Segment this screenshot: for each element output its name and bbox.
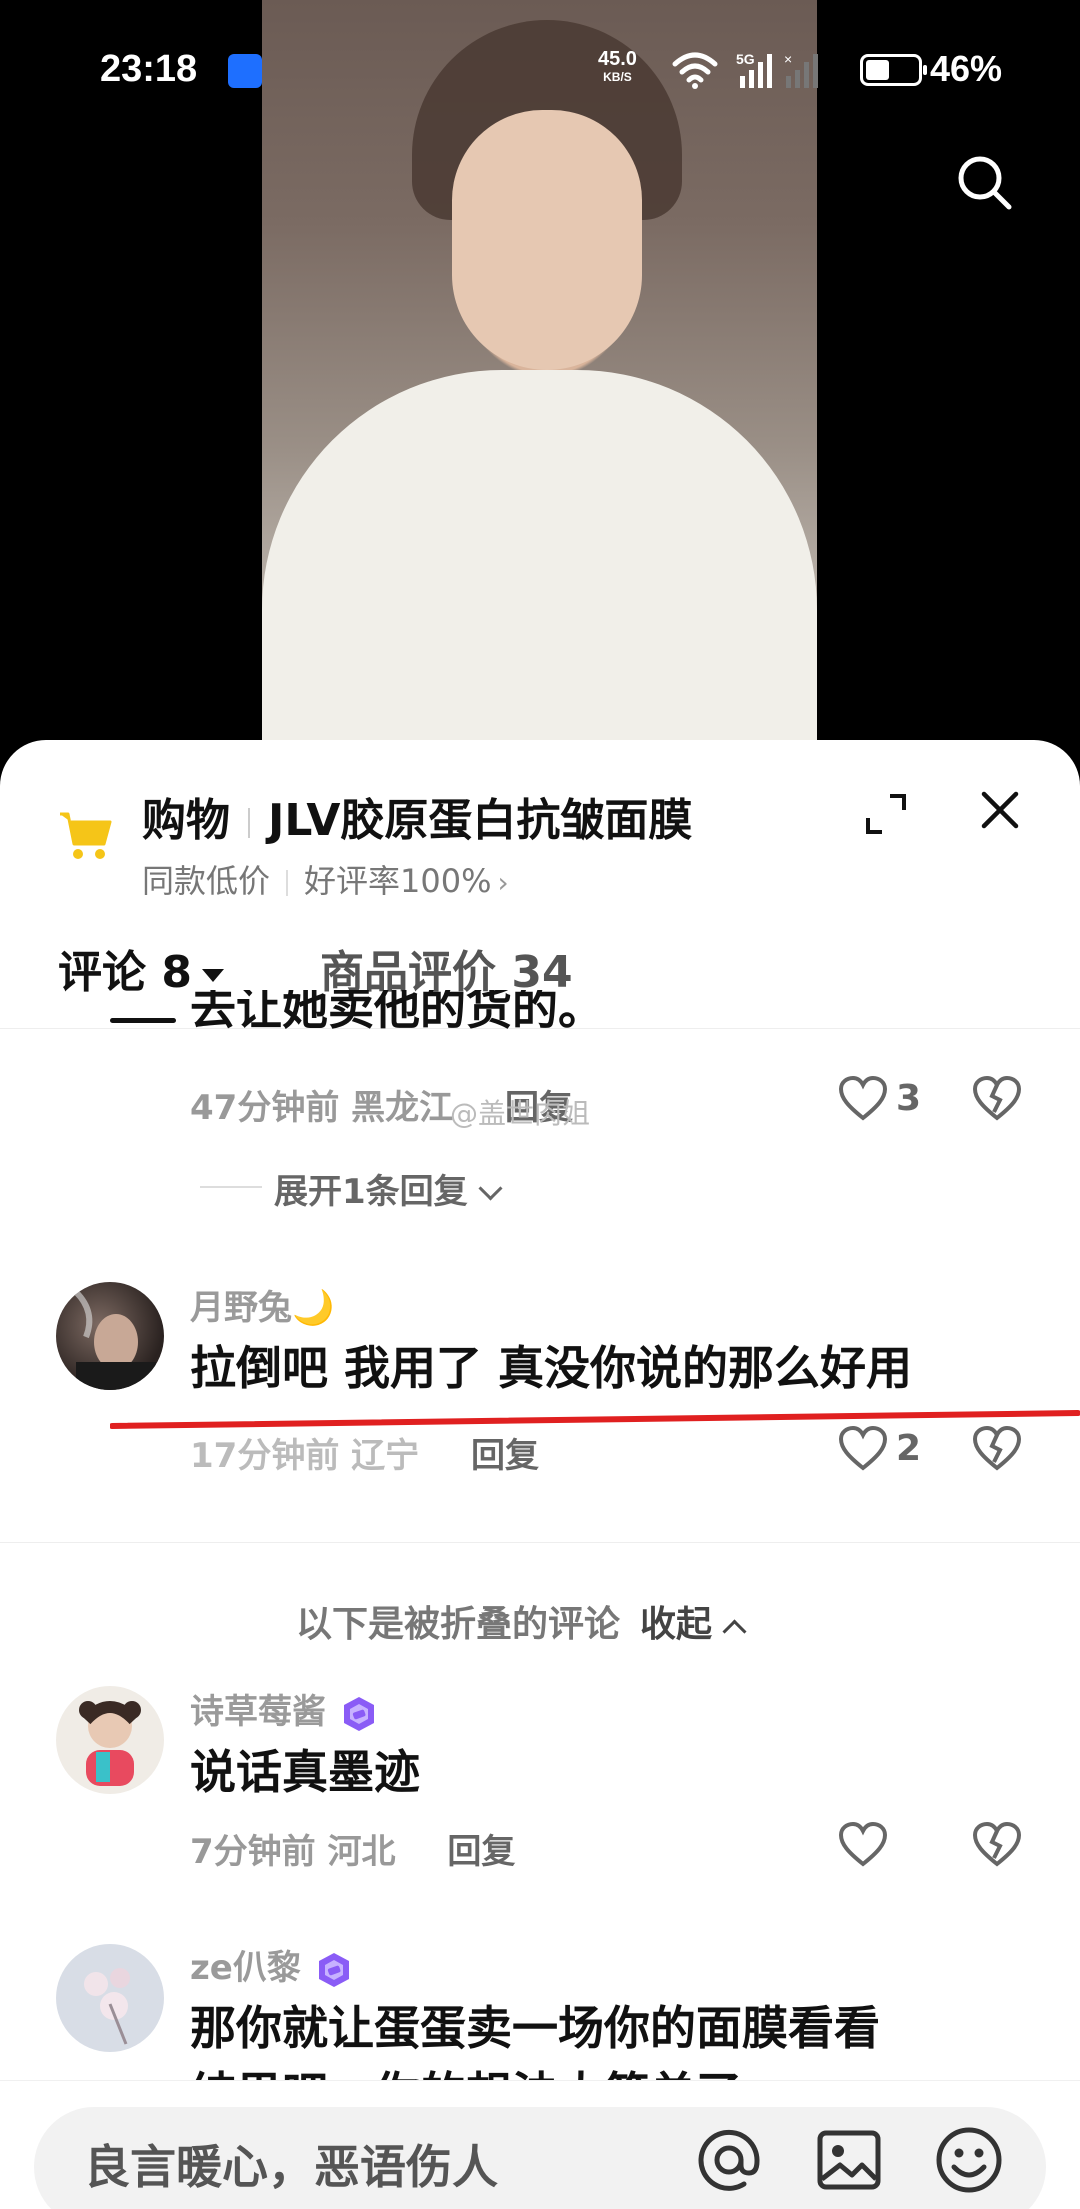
- tab-comments-label: 评论: [58, 947, 146, 998]
- tab-comments-count: 8: [161, 947, 192, 998]
- red-underline-annotation: [110, 1410, 1080, 1429]
- notification-app-icon: [228, 54, 262, 88]
- folded-hint-text: 以下是被折叠的评论: [296, 1604, 621, 1645]
- person-shirt: [262, 370, 817, 745]
- battery-fill: [866, 60, 889, 80]
- comments-sheet: 购物 JLV胶原蛋白抗皱面膜 同款低价 好评率100% › 评论 8 商品评价 34 …: [0, 740, 1080, 2209]
- reply-button[interactable]: 回复: [471, 1436, 539, 1476]
- product-title[interactable]: 购物 JLV胶原蛋白抗皱面膜: [142, 784, 692, 848]
- expand-icon[interactable]: [864, 792, 908, 836]
- heart-icon[interactable]: [838, 1822, 888, 1868]
- expand-replies-label: 展开1条回复: [274, 1172, 468, 1212]
- battery-icon: [860, 54, 927, 86]
- moon-emoji: 🌙: [292, 1288, 335, 1328]
- image-icon[interactable]: [816, 2127, 882, 2193]
- avatar[interactable]: [56, 1944, 164, 2052]
- comment-input-placeholder: 良言暖心，恶语伤人: [84, 2140, 498, 2194]
- avatar-image: [73, 1289, 156, 1390]
- active-tab-indicator: [110, 1018, 176, 1023]
- clipped-comment-text: 去让她卖他的货的。: [190, 990, 990, 1034]
- like-count: 2: [896, 1428, 922, 1469]
- status-time: 23:18: [100, 48, 198, 90]
- folded-comments-hint: 以下是被折叠的评论 收起: [296, 1595, 747, 1647]
- net-speed-value: 45.0: [598, 48, 637, 70]
- video-player[interactable]: [0, 0, 1080, 760]
- watermark: @盖世肉姐: [450, 1097, 591, 1130]
- cellular-signal-icon: 5G ×: [736, 51, 818, 88]
- person-face: [452, 110, 642, 370]
- reply-button[interactable]: 回复: [447, 1832, 515, 1872]
- comment-text: 说话真墨迹: [190, 1745, 420, 1799]
- broken-heart-icon[interactable]: [972, 1822, 1022, 1868]
- heart-icon[interactable]: [838, 1076, 888, 1122]
- comment-text-line1: 那你就让蛋蛋卖一场你的面膜看看: [190, 2001, 880, 2055]
- comment-username[interactable]: 诗草莓酱: [190, 1684, 378, 1733]
- collapse-button[interactable]: 收起: [640, 1604, 712, 1645]
- network-type: 5G: [736, 51, 755, 67]
- tag-divider: [286, 870, 289, 896]
- comment-location: 辽宁: [351, 1436, 420, 1476]
- section-divider: [0, 1542, 1080, 1543]
- battery-percent: 46%: [930, 48, 1003, 89]
- rating-tag: 好评率100%: [304, 862, 492, 900]
- network-speed: 45.0 KB/S: [598, 48, 637, 86]
- title-divider: [248, 808, 250, 838]
- shopping-cart-icon[interactable]: [58, 808, 114, 864]
- video-frame: [262, 0, 817, 745]
- search-icon[interactable]: [954, 152, 1014, 212]
- svg-text:×: ×: [784, 51, 792, 67]
- wifi-icon: [672, 52, 718, 89]
- emoji-icon[interactable]: [934, 2125, 1004, 2195]
- username-text: 月野兔: [190, 1288, 292, 1328]
- low-price-tag: 同款低价: [142, 862, 271, 900]
- comment-time: 7分钟前: [190, 1832, 316, 1872]
- comment-text: 去让她卖他的货的。: [190, 990, 604, 1034]
- avatar[interactable]: [56, 1686, 164, 1794]
- avatar-image: [84, 1968, 130, 2045]
- comment-time: 17分钟前: [190, 1436, 340, 1476]
- mention-at-icon[interactable]: [694, 2125, 764, 2195]
- heart-icon[interactable]: [838, 1426, 888, 1472]
- level-badge-icon: [344, 1696, 374, 1731]
- username-text: 诗草莓酱: [190, 1692, 326, 1732]
- comment-username[interactable]: ze仈黎: [190, 1940, 353, 1989]
- comment-time: 47分钟前: [190, 1088, 340, 1128]
- chevron-up-icon: [722, 1619, 747, 1644]
- chevron-right-icon: ›: [497, 866, 509, 899]
- avatar-image: [79, 1701, 141, 1786]
- chevron-down-icon: [478, 1176, 503, 1201]
- comment-location: 黑龙江: [351, 1088, 454, 1128]
- comment-username[interactable]: 月野兔🌙: [190, 1280, 334, 1329]
- close-icon[interactable]: [978, 788, 1022, 832]
- expand-divider: [200, 1186, 262, 1188]
- level-badge-icon: [318, 1952, 349, 1987]
- comment-meta: 17分钟前 辽宁 回复: [190, 1428, 539, 1477]
- comment-location: 河北: [327, 1832, 396, 1872]
- status-bar: 23:18 45.0 KB/S 5G × 46%: [0, 40, 1080, 100]
- product-name: JLV胶原蛋白抗皱面膜: [268, 795, 693, 846]
- broken-heart-icon[interactable]: [972, 1076, 1022, 1122]
- comment-text: 拉倒吧 我用了 真没你说的那么好用: [190, 1341, 913, 1395]
- comment-meta: 7分钟前 河北 回复: [190, 1824, 515, 1873]
- avatar[interactable]: [56, 1282, 164, 1390]
- username-text: ze仈黎: [190, 1948, 301, 1988]
- caret-down-icon: [201, 968, 224, 982]
- shop-label: 购物: [142, 795, 230, 846]
- net-speed-unit: KB/S: [603, 70, 632, 84]
- like-count: 3: [896, 1078, 922, 1119]
- product-tags[interactable]: 同款低价 好评率100% ›: [142, 856, 509, 902]
- red-underline-annotation: [112, 740, 1080, 748]
- broken-heart-icon[interactable]: [972, 1426, 1022, 1472]
- comment-input-bar: 良言暖心，恶语伤人: [0, 2080, 1080, 2209]
- expand-replies-button[interactable]: 展开1条回复: [274, 1164, 503, 1213]
